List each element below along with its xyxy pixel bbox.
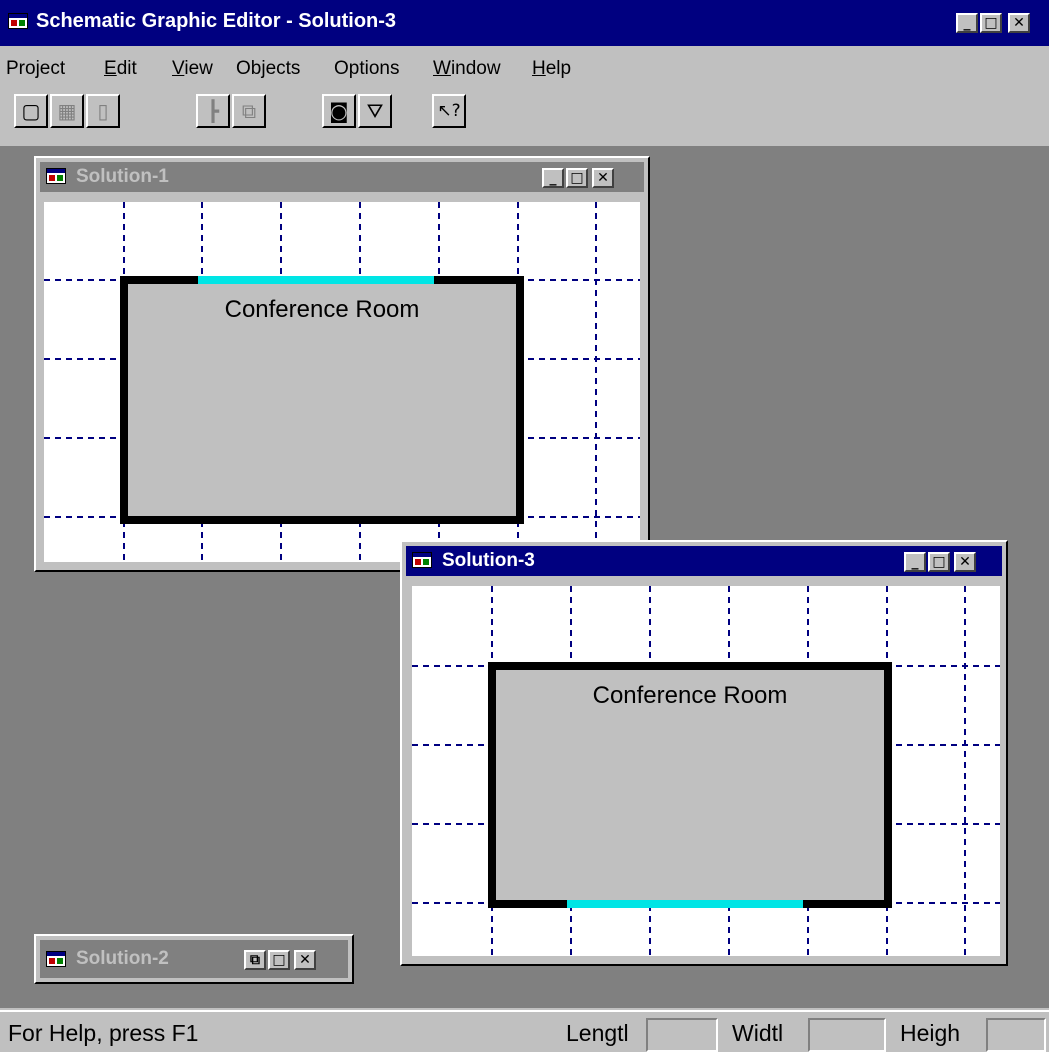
maximize-icon[interactable]: □ <box>980 13 1002 33</box>
menu-options[interactable]: Options <box>334 58 399 80</box>
camera-tripod-icon: ⛛ <box>366 99 384 123</box>
width-label: Widtl <box>732 1020 784 1046</box>
menu-window[interactable]: Window <box>433 58 501 80</box>
close-icon[interactable]: ✕ <box>1008 13 1030 33</box>
solution-3-canvas[interactable]: Conference Room <box>412 586 1000 956</box>
toolbar: ▢ ▦ ▯ ┣ ⧉ ◙ ⛛ ↖? <box>0 90 1049 144</box>
overlap-icon: ⧉ <box>241 99 257 123</box>
wall-junction-button[interactable]: ┣ <box>196 94 230 128</box>
context-help-button[interactable]: ↖? <box>432 94 466 128</box>
select-frame-icon: ▢ <box>21 99 41 123</box>
menu-project[interactable]: Project <box>6 58 65 80</box>
overlap-button[interactable]: ⧉ <box>232 94 266 128</box>
room-label: Conference Room <box>592 682 788 709</box>
minimize-icon[interactable]: _ <box>904 552 926 572</box>
window-title: Schematic Graphic Editor - Solution-3 <box>36 10 397 32</box>
close-icon[interactable]: ✕ <box>294 950 316 970</box>
room-door[interactable] <box>198 276 434 284</box>
menu-view[interactable]: View <box>172 58 213 80</box>
document-icon <box>46 168 66 184</box>
status-help-text: For Help, press F1 <box>8 1020 199 1046</box>
menu-bar: Project Edit View Objects Options Window… <box>0 52 1049 84</box>
length-field <box>646 1018 718 1052</box>
height-label: Heigh <box>900 1020 961 1046</box>
room-door[interactable] <box>567 900 803 908</box>
fill-pattern-icon: ▦ <box>57 99 77 123</box>
solution-3-title: Solution-3 <box>442 550 535 571</box>
column-button[interactable]: ▯ <box>86 94 120 128</box>
status-bar: For Help, press F1 Lengtl Widtl Heigh <box>0 1010 1049 1052</box>
wall-junction-icon: ┣ <box>206 99 220 123</box>
document-icon <box>412 552 432 568</box>
main-title-bar[interactable]: Schematic Graphic Editor - Solution-3 _ … <box>0 0 1049 46</box>
menu-edit[interactable]: Edit <box>104 58 137 80</box>
minimize-icon[interactable]: _ <box>542 168 564 188</box>
solution-1-title: Solution-1 <box>76 166 169 187</box>
menu-objects[interactable]: Objects <box>236 58 300 80</box>
width-field <box>808 1018 886 1052</box>
maximize-icon[interactable]: □ <box>928 552 950 572</box>
height-field <box>986 1018 1046 1052</box>
column-icon: ▯ <box>97 99 109 123</box>
maximize-icon[interactable]: □ <box>566 168 588 188</box>
solution-2-minimized-window[interactable]: Solution-2 ⧉ □ ✕ <box>34 934 354 984</box>
camera-icon: ◙ <box>329 99 349 123</box>
length-label: Lengtl <box>566 1020 629 1046</box>
conference-room[interactable]: Conference Room <box>120 276 524 524</box>
document-icon <box>46 951 66 967</box>
camera-tripod-button[interactable]: ⛛ <box>358 94 392 128</box>
room-label: Conference Room <box>224 296 420 323</box>
app-icon[interactable] <box>8 13 28 29</box>
restore-icon[interactable]: ⧉ <box>244 950 266 970</box>
conference-room[interactable]: Conference Room <box>488 662 892 908</box>
select-frame-button[interactable]: ▢ <box>14 94 48 128</box>
solution-2-title: Solution-2 <box>76 948 169 969</box>
fill-pattern-button[interactable]: ▦ <box>50 94 84 128</box>
menu-help[interactable]: Help <box>532 58 571 80</box>
context-help-icon: ↖? <box>437 101 461 121</box>
camera-button[interactable]: ◙ <box>322 94 356 128</box>
solution-1-window[interactable]: Solution-1 _ □ ✕ Conference Room <box>34 156 650 572</box>
minimize-icon[interactable]: _ <box>956 13 978 33</box>
maximize-icon[interactable]: □ <box>268 950 290 970</box>
solution-3-window[interactable]: Solution-3 _ □ ✕ Conference Room <box>400 540 1008 966</box>
close-icon[interactable]: ✕ <box>954 552 976 572</box>
close-icon[interactable]: ✕ <box>592 168 614 188</box>
solution-1-canvas[interactable]: Conference Room <box>44 202 640 562</box>
solution-2-title-bar[interactable]: Solution-2 ⧉ □ ✕ <box>40 940 348 978</box>
solution-3-title-bar[interactable]: Solution-3 _ □ ✕ <box>406 546 1002 576</box>
solution-1-title-bar[interactable]: Solution-1 _ □ ✕ <box>40 162 644 192</box>
